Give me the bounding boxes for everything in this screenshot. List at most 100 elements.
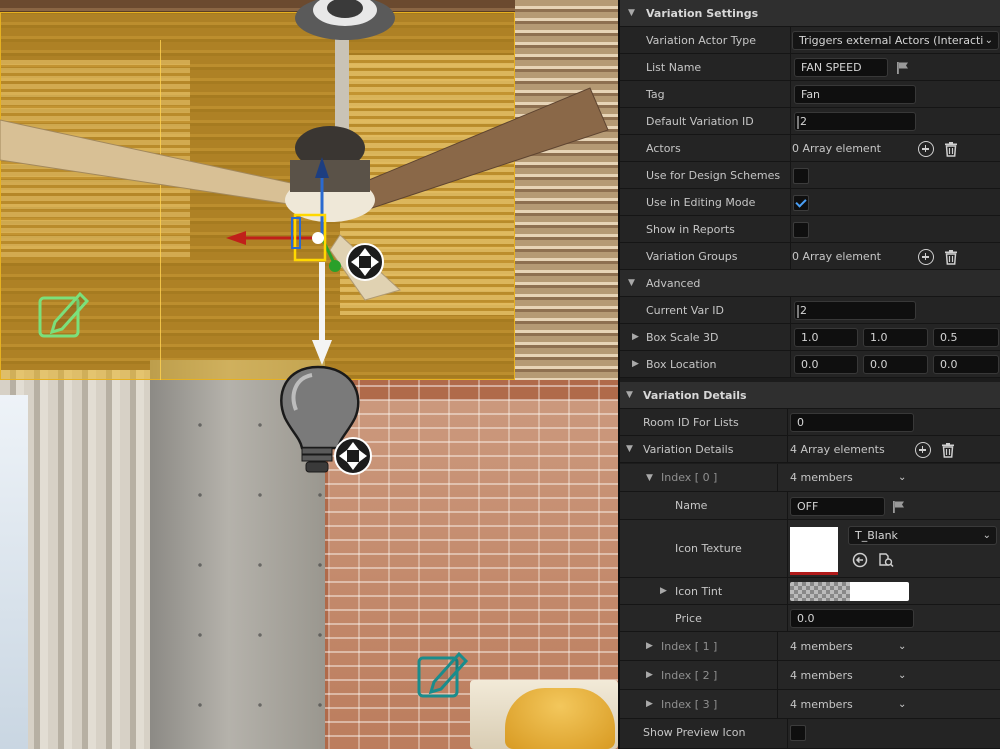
flag-icon[interactable]: [892, 500, 906, 514]
section-title: Variation Settings: [646, 7, 759, 20]
move-gizmo-icon[interactable]: [346, 243, 384, 281]
list-name-input[interactable]: FAN SPEED: [794, 58, 888, 77]
row-index0-icon-tint: ▶ Icon Tint: [620, 578, 1000, 605]
show-in-reports-checkbox[interactable]: [793, 222, 809, 238]
expand-arrow-icon[interactable]: ▶: [632, 351, 639, 378]
expand-arrow-icon[interactable]: ▶: [660, 578, 667, 605]
chevron-down-icon[interactable]: ⌄: [898, 690, 906, 719]
property-label: Tag: [646, 88, 665, 101]
box-scale-z-input[interactable]: 0.5: [933, 328, 999, 347]
property-label: List Name: [646, 61, 702, 74]
ceiling-fan[interactable]: [0, 0, 609, 301]
box-scale-x-input[interactable]: 1.0: [794, 328, 858, 347]
array-count: 0 Array element: [792, 250, 881, 263]
property-label: Variation Details: [643, 443, 734, 456]
icon-tint-color-swatch[interactable]: [790, 582, 909, 601]
property-label: Price: [675, 612, 702, 625]
chevron-down-icon: ⌄: [982, 530, 991, 541]
expand-arrow-icon[interactable]: ▶: [646, 690, 653, 719]
row-index-1[interactable]: ▶ Index [ 1 ] 4 members ⌄: [620, 632, 1000, 661]
member-count: 4 members: [790, 471, 853, 484]
reset-arrow-icon[interactable]: [852, 552, 868, 568]
tag-input[interactable]: Fan: [794, 85, 916, 104]
box-location-y-input[interactable]: 0.0: [863, 355, 928, 374]
room-id-input[interactable]: 0: [790, 413, 914, 432]
move-gizmo-icon[interactable]: [334, 437, 372, 475]
add-element-icon[interactable]: [918, 141, 934, 157]
section-header-variation-details[interactable]: ▼ Variation Details: [620, 382, 1000, 409]
row-box-location: ▶ Box Location 0.0 0.0 0.0: [620, 351, 1000, 378]
row-tag: Tag Fan: [620, 81, 1000, 108]
level-viewport[interactable]: [0, 0, 618, 749]
array-index-label: Index [ 1 ]: [661, 640, 718, 653]
row-index-3[interactable]: ▶ Index [ 3 ] 4 members ⌄: [620, 690, 1000, 719]
details-panel: ▼ Variation Settings Variation Actor Typ…: [618, 0, 1000, 749]
input-value: 0.0: [801, 358, 819, 371]
section-header-variation-settings[interactable]: ▼ Variation Settings: [620, 0, 1000, 27]
expand-arrow-icon[interactable]: ▶: [646, 661, 653, 690]
collapse-arrow-icon[interactable]: ▼: [626, 382, 633, 409]
browse-asset-icon[interactable]: [878, 552, 894, 568]
edit-note-icon[interactable]: [417, 651, 469, 698]
row-list-name: List Name FAN SPEED: [620, 54, 1000, 81]
trash-icon[interactable]: [943, 249, 959, 265]
input-value: 2: [800, 304, 807, 317]
icon-texture-asset-combo[interactable]: T_Blank ⌄: [848, 526, 997, 545]
group-header-advanced[interactable]: ▼ Advanced: [620, 270, 1000, 297]
property-label: Box Scale 3D: [646, 331, 719, 344]
input-value: 2: [800, 115, 807, 128]
chevron-down-icon[interactable]: ⌄: [898, 632, 906, 661]
input-value: OFF: [797, 500, 819, 513]
box-scale-y-input[interactable]: 1.0: [863, 328, 928, 347]
property-label: Name: [675, 499, 708, 512]
member-count: 4 members: [790, 698, 853, 711]
collapse-arrow-icon[interactable]: ▼: [628, 270, 635, 297]
slider-handle: [797, 304, 799, 318]
property-label: Current Var ID: [646, 304, 724, 317]
property-label: Box Location: [646, 358, 717, 371]
index0-price-input[interactable]: 0.0: [790, 609, 914, 628]
row-index-0[interactable]: ▼ Index [ 0 ] 4 members ⌄: [620, 464, 1000, 492]
icon-texture-thumbnail[interactable]: [790, 527, 838, 575]
chevron-down-icon[interactable]: ⌄: [898, 661, 906, 690]
fan-actor-icon[interactable]: [295, 0, 395, 40]
row-default-variation-id: Default Variation ID 2: [620, 108, 1000, 135]
row-index0-price: Price 0.0: [620, 605, 1000, 632]
expand-arrow-icon[interactable]: ▶: [646, 632, 653, 661]
add-element-icon[interactable]: [915, 442, 931, 458]
row-show-preview-icon: Show Preview Icon: [620, 719, 1000, 749]
collapse-arrow-icon[interactable]: ▼: [626, 436, 633, 463]
use-for-design-schemes-checkbox[interactable]: [793, 168, 809, 184]
box-location-z-input[interactable]: 0.0: [933, 355, 999, 374]
variation-actor-type-combo[interactable]: Triggers external Actors (Interacti ⌄: [792, 31, 999, 50]
row-use-in-editing-mode: Use in Editing Mode: [620, 189, 1000, 216]
collapse-arrow-icon[interactable]: ▼: [628, 0, 635, 27]
trash-icon[interactable]: [943, 141, 959, 157]
combo-value: Triggers external Actors (Interacti: [799, 34, 984, 47]
default-variation-id-input[interactable]: 2: [794, 112, 916, 131]
input-value: 1.0: [870, 331, 888, 344]
row-index-2[interactable]: ▶ Index [ 2 ] 4 members ⌄: [620, 661, 1000, 690]
input-value: 0.0: [940, 358, 958, 371]
expand-arrow-icon[interactable]: ▶: [632, 324, 639, 351]
add-element-icon[interactable]: [918, 249, 934, 265]
group-title: Advanced: [646, 277, 701, 290]
collapse-arrow-icon[interactable]: ▼: [646, 464, 653, 492]
array-count: 0 Array element: [792, 142, 881, 155]
color-value: [850, 582, 909, 601]
combo-value: T_Blank: [855, 529, 898, 542]
flag-icon[interactable]: [896, 61, 910, 75]
box-location-x-input[interactable]: 0.0: [794, 355, 858, 374]
index0-name-input[interactable]: OFF: [790, 497, 885, 516]
property-label: Icon Texture: [675, 542, 742, 555]
show-preview-icon-checkbox[interactable]: [790, 725, 806, 741]
array-index-label: Index [ 3 ]: [661, 698, 718, 711]
slider-handle: [797, 115, 799, 129]
row-box-scale-3d: ▶ Box Scale 3D 1.0 1.0 0.5: [620, 324, 1000, 351]
input-value: 0.0: [870, 358, 888, 371]
current-var-id-input[interactable]: 2: [794, 301, 916, 320]
chevron-down-icon[interactable]: ⌄: [898, 464, 906, 492]
use-in-editing-mode-checkbox[interactable]: [793, 195, 809, 211]
edit-note-icon[interactable]: [38, 291, 90, 338]
trash-icon[interactable]: [940, 442, 956, 458]
